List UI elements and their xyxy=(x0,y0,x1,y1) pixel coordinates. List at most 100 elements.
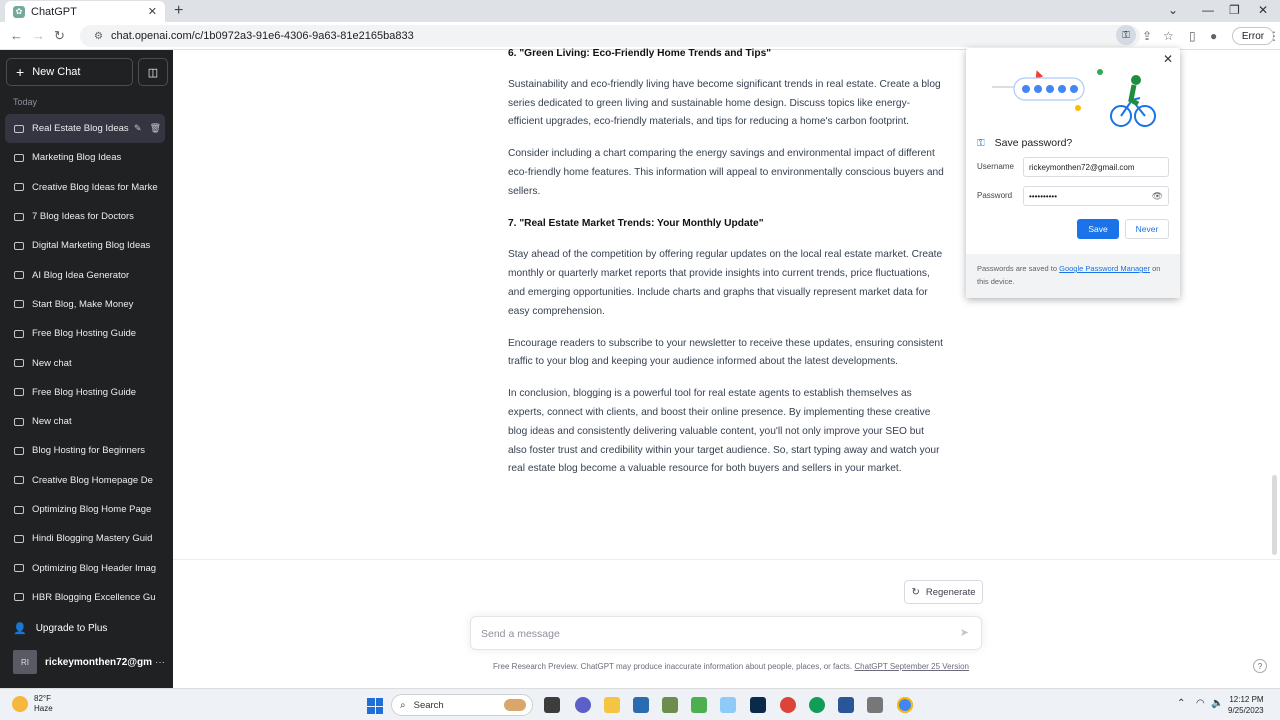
start-button-icon[interactable] xyxy=(367,698,383,714)
chat-app-icon[interactable] xyxy=(575,697,591,713)
restore-icon[interactable]: ❐ xyxy=(1229,3,1240,17)
chat-item-label: Hindi Blogging Mastery Guid xyxy=(32,533,153,545)
app-icon[interactable] xyxy=(691,697,707,713)
chat-history-item[interactable]: 7 Blog Ideas for Doctors xyxy=(5,202,165,231)
upgrade-label: Upgrade to Plus xyxy=(35,623,108,634)
browser-tab-chatgpt[interactable]: ✿ ChatGPT ✕ xyxy=(5,1,165,22)
minimize-icon[interactable]: — xyxy=(1202,3,1214,17)
password-key-icon[interactable]: ⚿ xyxy=(1116,25,1136,45)
chrome-active-icon[interactable] xyxy=(897,697,913,713)
app-icon[interactable] xyxy=(662,697,678,713)
plus-icon: + xyxy=(16,64,25,80)
system-clock[interactable]: 12:12 PM 9/25/2023 xyxy=(1228,694,1264,716)
username-field[interactable]: rickeymonthen72@gmail.com xyxy=(1023,157,1169,177)
chat-item-label: Start Blog, Make Money xyxy=(32,298,134,310)
weather-sun-icon xyxy=(12,696,28,712)
sidebar-toggle-button[interactable]: ◫ xyxy=(138,58,168,86)
browser-tab-strip: ✿ ChatGPT ✕ + ⌄ — ❐ ✕ xyxy=(0,0,1280,22)
chat-history-item[interactable]: Real Estate Blog Ideas ✎ 🗑 xyxy=(5,114,165,144)
chat-bubble-icon xyxy=(14,153,24,162)
volume-icon[interactable]: 🔈 xyxy=(1211,698,1223,709)
eye-icon[interactable]: 👁 xyxy=(1152,191,1163,202)
bookmark-star-icon[interactable]: ☆ xyxy=(1163,29,1174,43)
chat-history-item[interactable]: Creative Blog Ideas for Marke xyxy=(5,173,165,202)
chat-history-item[interactable]: New chat xyxy=(5,348,165,377)
app-icon[interactable] xyxy=(867,697,883,713)
word-icon[interactable] xyxy=(838,697,854,713)
app-icon[interactable] xyxy=(720,697,736,713)
back-arrow-icon[interactable]: ← xyxy=(10,28,23,43)
save-password-popup: ✕ ⚿ Save password? Username rickeymonthe… xyxy=(966,48,1180,298)
wifi-icon[interactable]: ◠ xyxy=(1196,698,1205,709)
popup-header: ⚿ Save password? xyxy=(977,137,1072,149)
chat-history-item[interactable]: HBR Blogging Excellence Gu xyxy=(5,583,165,612)
photoshop-icon[interactable] xyxy=(750,697,766,713)
window-close-icon[interactable]: ✕ xyxy=(1258,3,1268,17)
taskbar-search[interactable]: ⌕ Search xyxy=(391,694,533,716)
help-button[interactable]: ? xyxy=(1253,659,1267,673)
send-icon[interactable]: ➤ xyxy=(960,626,969,639)
store-icon[interactable] xyxy=(633,697,649,713)
more-options-icon[interactable]: ··· xyxy=(155,657,165,668)
tab-close-icon[interactable]: ✕ xyxy=(148,5,157,18)
paragraph: Encourage readers to subscribe to your n… xyxy=(508,337,943,368)
chat-sidebar: + New Chat ◫ Today Real Estate Blog Idea… xyxy=(0,50,173,688)
regenerate-label: Regenerate xyxy=(925,586,976,598)
message-composer[interactable]: ➤ xyxy=(470,616,982,650)
chat-history-item[interactable]: Free Blog Hosting Guide xyxy=(5,378,165,407)
chat-item-label: Free Blog Hosting Guide xyxy=(32,386,137,398)
new-tab-button[interactable]: + xyxy=(174,2,183,20)
profile-icon[interactable]: ● xyxy=(1210,29,1217,43)
save-button[interactable]: Save xyxy=(1077,219,1119,239)
section-label-today: Today xyxy=(13,97,38,107)
password-field[interactable]: •••••••••• 👁 xyxy=(1023,186,1169,206)
regenerate-button[interactable]: ↻ Regenerate xyxy=(904,580,983,604)
chat-history-item[interactable]: Marketing Blog Ideas xyxy=(5,143,165,172)
forward-arrow-icon[interactable]: → xyxy=(32,28,45,43)
refresh-icon: ↻ xyxy=(911,586,920,598)
chat-item-label: AI Blog Idea Generator xyxy=(32,269,130,281)
popup-close-icon[interactable]: ✕ xyxy=(1163,52,1173,66)
chat-history-item[interactable]: New chat xyxy=(5,407,165,436)
chat-history-item[interactable]: Digital Marketing Blog Ideas xyxy=(5,231,165,260)
chat-history-item[interactable]: Free Blog Hosting Guide xyxy=(5,319,165,348)
chat-bubble-icon xyxy=(14,564,24,573)
version-link[interactable]: ChatGPT September 25 Version xyxy=(854,662,969,671)
chat-history-item[interactable]: Hindi Blogging Mastery Guid xyxy=(5,524,165,553)
chat-item-label: New chat xyxy=(32,416,72,428)
chat-history-item[interactable]: AI Blog Idea Generator xyxy=(5,260,165,289)
chat-history-item[interactable]: Optimizing Blog Home Page xyxy=(5,495,165,524)
site-info-icon[interactable]: ⚙ xyxy=(94,31,103,42)
chat-history-item[interactable]: Optimizing Blog Header Imag xyxy=(5,553,165,582)
chat-item-label: Creative Blog Ideas for Marke xyxy=(32,181,158,193)
user-account-row[interactable]: RI rickeymonthen72@gm ··· xyxy=(13,648,165,676)
chrome-icon[interactable] xyxy=(809,697,825,713)
disclaimer-body: Free Research Preview. ChatGPT may produ… xyxy=(493,662,853,671)
trash-icon[interactable]: 🗑 xyxy=(150,123,161,134)
scrollbar[interactable] xyxy=(1272,475,1277,555)
new-chat-button[interactable]: + New Chat xyxy=(6,58,133,86)
chrome-icon[interactable] xyxy=(780,697,796,713)
chat-history-item[interactable]: Creative Blog Homepage De xyxy=(5,466,165,495)
tray-chevron-icon[interactable]: ⌃ xyxy=(1177,698,1185,709)
password-manager-link[interactable]: Google Password Manager xyxy=(1059,264,1150,273)
message-input[interactable] xyxy=(481,625,941,643)
side-panel-icon[interactable]: ▯ xyxy=(1189,29,1196,43)
password-label: Password xyxy=(977,191,1013,200)
task-view-icon[interactable] xyxy=(544,697,560,713)
never-button[interactable]: Never xyxy=(1125,219,1169,239)
share-icon[interactable]: ⇪ xyxy=(1142,29,1152,43)
edit-icon[interactable]: ✎ xyxy=(134,123,142,134)
address-bar[interactable]: ⚙ chat.openai.com/c/1b0972a3-91e6-4306-9… xyxy=(80,25,1140,47)
reload-icon[interactable]: ↻ xyxy=(54,28,65,44)
chat-history-item[interactable]: Start Blog, Make Money xyxy=(5,290,165,319)
chrome-menu-icon[interactable]: ⋮ xyxy=(1268,29,1280,43)
tab-search-chevron-icon[interactable]: ⌄ xyxy=(1168,3,1178,17)
chat-history-item[interactable]: Blog Hosting for Beginners xyxy=(5,436,165,465)
upgrade-to-plus-button[interactable]: 👤 Upgrade to Plus xyxy=(13,622,107,635)
chat-item-label: Digital Marketing Blog Ideas xyxy=(32,240,151,252)
chat-bubble-icon xyxy=(14,417,24,426)
weather-widget[interactable]: 82°F Haze xyxy=(12,694,53,714)
file-explorer-icon[interactable] xyxy=(604,697,620,713)
chat-bubble-icon xyxy=(14,388,24,397)
